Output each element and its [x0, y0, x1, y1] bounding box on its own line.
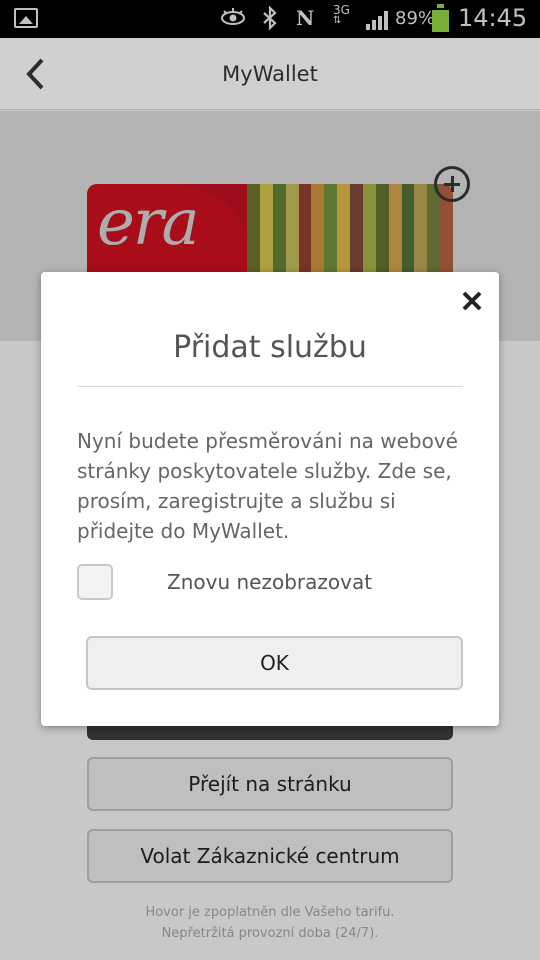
- close-icon: [462, 291, 482, 311]
- add-service-dialog: Přidat službu Nyní budete přesměrováni n…: [41, 272, 499, 726]
- divider: [77, 386, 463, 387]
- close-button[interactable]: [457, 286, 487, 316]
- dialog-message: Nyní budete přesměrováni na webové strán…: [77, 429, 458, 543]
- dialog-title: Přidat službu: [173, 330, 367, 365]
- ok-button[interactable]: OK: [86, 636, 463, 690]
- dont-show-again-label[interactable]: Znovu nezobrazovat: [167, 570, 372, 594]
- dont-show-again-checkbox[interactable]: [77, 564, 113, 600]
